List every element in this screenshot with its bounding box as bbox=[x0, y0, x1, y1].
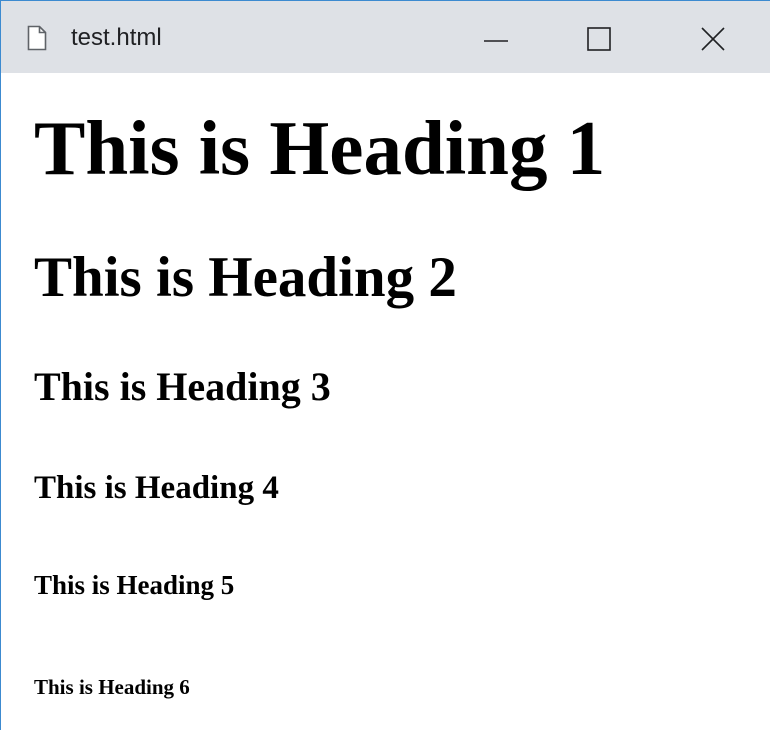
document-icon bbox=[27, 25, 47, 51]
minimize-icon bbox=[476, 21, 516, 57]
title-bar[interactable]: test.html bbox=[1, 1, 770, 73]
heading-1: This is Heading 1 bbox=[34, 105, 606, 191]
heading-4: This is Heading 4 bbox=[34, 470, 279, 506]
close-icon bbox=[693, 21, 733, 57]
heading-5: This is Heading 5 bbox=[34, 570, 235, 600]
browser-window: test.html This is Heading 1 This is Head… bbox=[0, 0, 770, 730]
maximize-icon bbox=[579, 21, 619, 57]
heading-6: This is Heading 6 bbox=[34, 675, 190, 699]
minimize-button[interactable] bbox=[476, 21, 516, 57]
window-title: test.html bbox=[71, 24, 162, 51]
heading-2: This is Heading 2 bbox=[34, 246, 457, 309]
close-button[interactable] bbox=[693, 21, 733, 57]
page-content: This is Heading 1 This is Heading 2 This… bbox=[1, 73, 770, 730]
heading-3: This is Heading 3 bbox=[34, 364, 331, 409]
maximize-button[interactable] bbox=[579, 21, 619, 57]
